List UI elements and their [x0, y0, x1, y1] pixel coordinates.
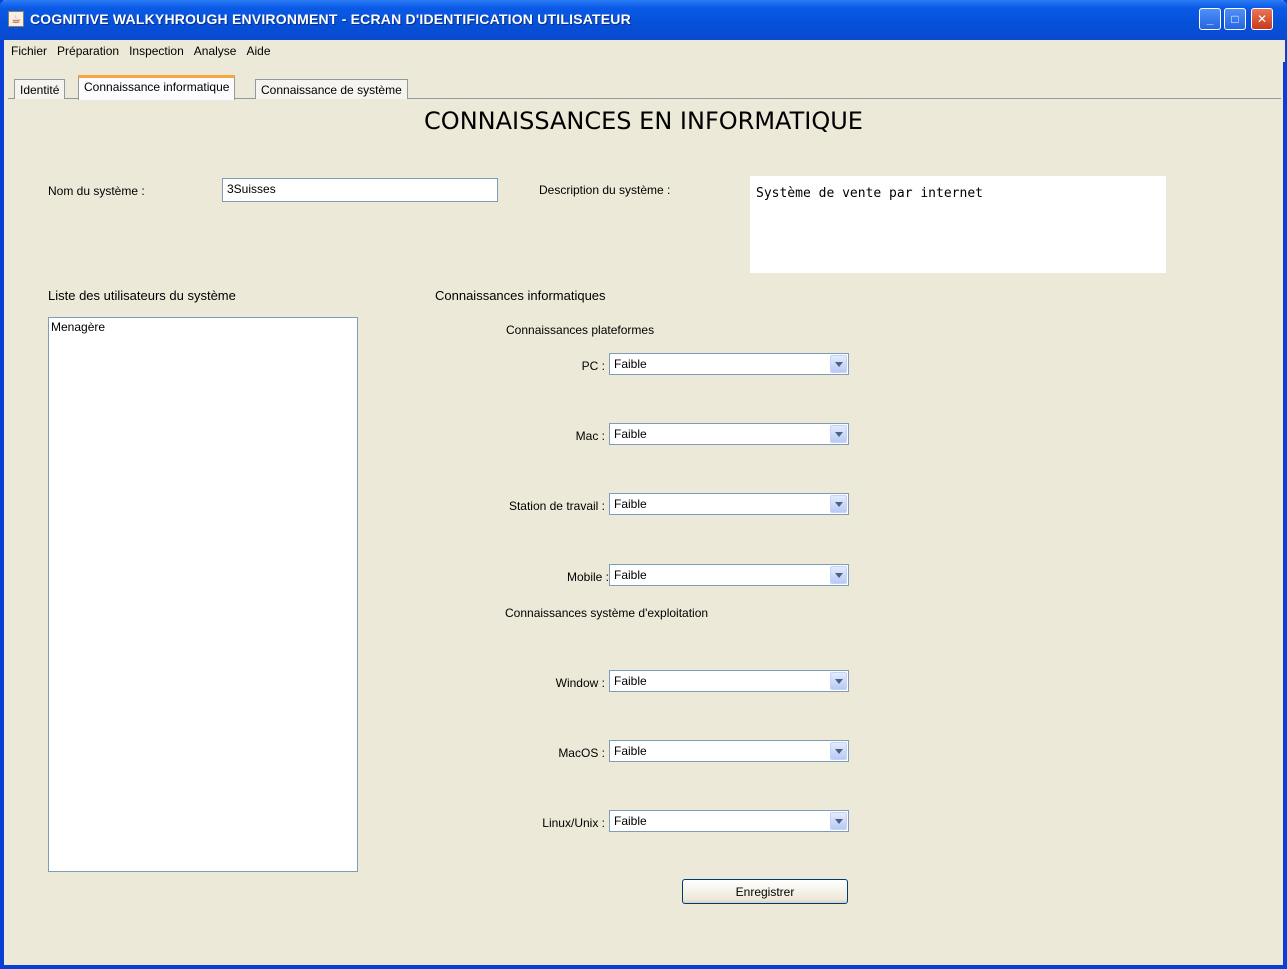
- mobile-select[interactable]: Faible: [609, 564, 849, 586]
- chevron-down-icon[interactable]: [830, 355, 847, 373]
- workstation-select[interactable]: Faible: [609, 493, 849, 515]
- workstation-select-value: Faible: [614, 497, 647, 511]
- system-description-field[interactable]: Système de vente par internet: [750, 176, 1166, 273]
- pc-select-value: Faible: [614, 357, 647, 371]
- java-app-icon[interactable]: ☕: [8, 11, 24, 27]
- windows-select-value: Faible: [614, 674, 647, 688]
- linux-label: Linux/Unix :: [542, 816, 605, 830]
- system-description-value: Système de vente par internet: [756, 186, 983, 201]
- save-button[interactable]: Enregistrer: [682, 879, 848, 904]
- minimize-icon: _: [1206, 12, 1214, 26]
- platforms-label: Connaissances plateformes: [506, 323, 655, 337]
- chevron-down-icon[interactable]: [830, 742, 847, 760]
- menu-analyse[interactable]: Analyse: [189, 44, 242, 58]
- system-name-field[interactable]: 3Suisses: [222, 178, 498, 202]
- tab-connaissance-systeme[interactable]: Connaissance de système: [255, 79, 408, 99]
- windows-label: Window :: [555, 676, 605, 690]
- windows-select[interactable]: Faible: [609, 670, 849, 692]
- linux-select-value: Faible: [614, 814, 647, 828]
- pc-label: PC :: [581, 359, 605, 373]
- chevron-down-icon[interactable]: [830, 425, 847, 443]
- close-button[interactable]: ✕: [1251, 8, 1273, 30]
- window-title: COGNITIVE WALKYHROUGH ENVIRONMENT - ECRA…: [30, 11, 631, 27]
- chevron-down-icon[interactable]: [830, 672, 847, 690]
- minimize-button[interactable]: _: [1199, 8, 1221, 30]
- maximize-button[interactable]: □: [1224, 8, 1246, 30]
- close-icon: ✕: [1256, 12, 1268, 26]
- mac-select-value: Faible: [614, 427, 647, 441]
- os-label: Connaissances système d'exploitation: [505, 606, 709, 620]
- users-list-label: Liste des utilisateurs du système: [48, 288, 236, 303]
- mobile-select-value: Faible: [614, 568, 647, 582]
- system-name-label: Nom du système :: [48, 184, 145, 198]
- mac-label: Mac :: [575, 429, 605, 443]
- chevron-down-icon[interactable]: [830, 812, 847, 830]
- workstation-label: Station de travail :: [508, 499, 605, 513]
- mac-select[interactable]: Faible: [609, 423, 849, 445]
- knowledge-section-label: Connaissances informatiques: [435, 288, 606, 303]
- save-button-label: Enregistrer: [735, 884, 795, 899]
- macos-label: MacOS :: [558, 746, 605, 760]
- menu-bar: Fichier Préparation Inspection Analyse A…: [4, 40, 1285, 62]
- menu-fichier[interactable]: Fichier: [6, 44, 52, 58]
- title-bar[interactable]: ☕ COGNITIVE WALKYHROUGH ENVIRONMENT - EC…: [0, 0, 1287, 40]
- list-item[interactable]: Menagère: [51, 320, 355, 334]
- tab-identite[interactable]: Identité: [14, 79, 66, 99]
- mobile-label: Mobile :: [566, 570, 609, 584]
- macos-select[interactable]: Faible: [609, 740, 849, 762]
- menu-inspection[interactable]: Inspection: [124, 44, 189, 58]
- system-name-value: 3Suisses: [227, 182, 276, 196]
- page-title: CONNAISSANCES EN INFORMATIQUE: [424, 107, 863, 135]
- tab-connaissance-informatique[interactable]: Connaissance informatique: [78, 75, 236, 100]
- menu-aide[interactable]: Aide: [241, 44, 275, 58]
- maximize-icon: □: [1231, 12, 1239, 26]
- chevron-down-icon[interactable]: [830, 495, 847, 513]
- users-list[interactable]: Menagère: [48, 317, 358, 872]
- pc-select[interactable]: Faible: [609, 353, 849, 375]
- chevron-down-icon[interactable]: [830, 566, 847, 584]
- macos-select-value: Faible: [614, 744, 647, 758]
- system-description-label: Description du système :: [539, 183, 671, 197]
- linux-select[interactable]: Faible: [609, 810, 849, 832]
- menu-preparation[interactable]: Préparation: [52, 44, 124, 58]
